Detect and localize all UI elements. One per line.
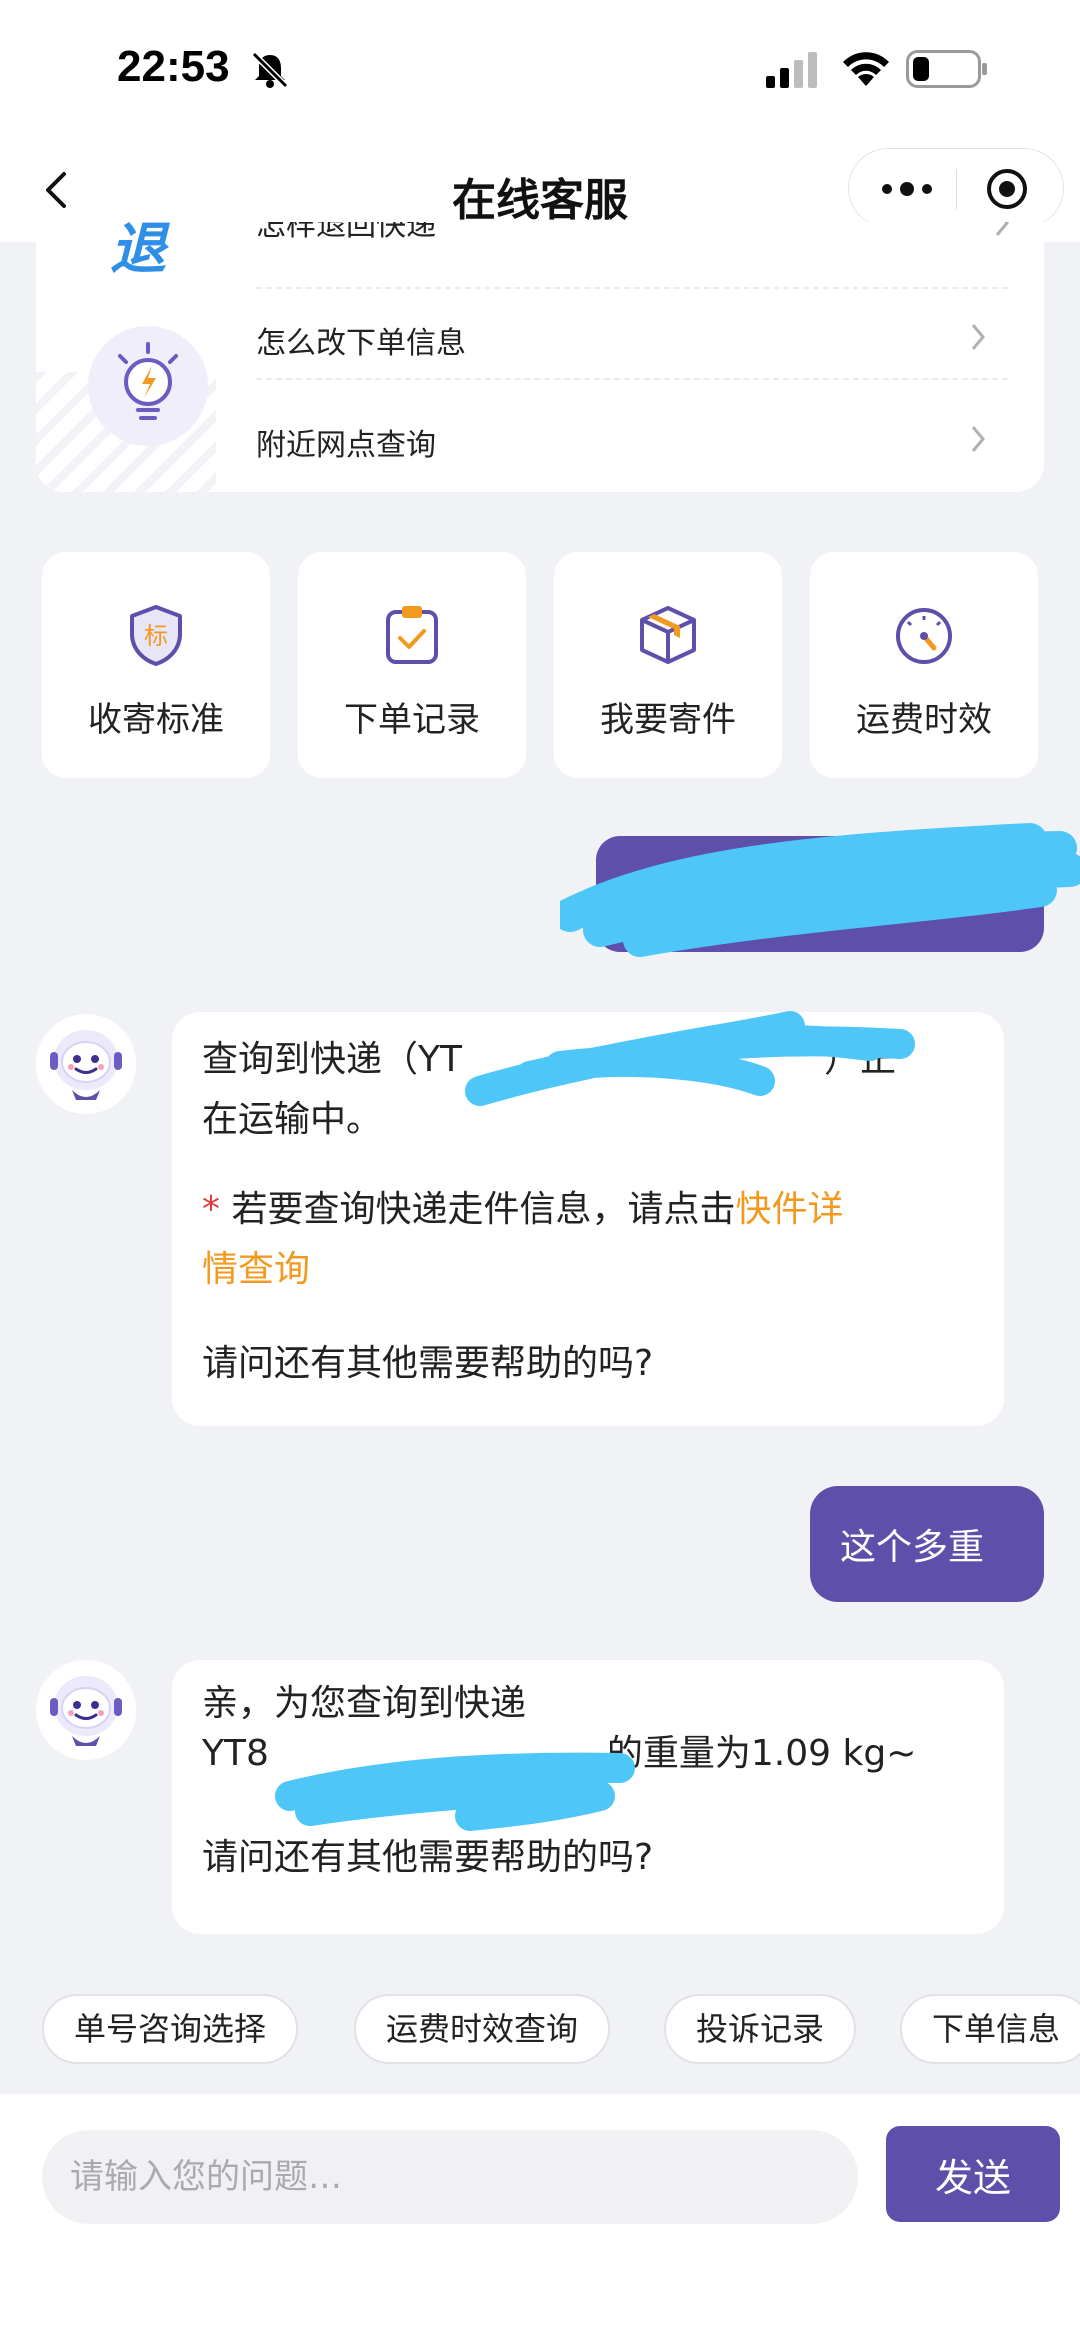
shield-badge-text: 标 [144, 622, 168, 650]
bot-avatar [36, 1660, 136, 1760]
tile-shipping-standards[interactable]: 标 收寄标准 [42, 552, 270, 778]
tile-label: 下单记录 [344, 700, 480, 740]
tile-label: 收寄标准 [88, 700, 224, 740]
message-text: 请问还有其他需要帮助的吗? [202, 1343, 654, 1384]
redaction-scribble [560, 823, 1080, 957]
chevron-right-icon [995, 222, 1009, 236]
bot-hint: * 若要查询快递走件信息，请点击快件详 [202, 1180, 982, 1240]
chip-complaint-records[interactable]: 投诉记录 [664, 1994, 857, 2064]
battery-icon [906, 50, 987, 88]
tracking-detail-link[interactable]: 快件详 [735, 1189, 843, 1230]
chip-tracking-number[interactable]: 单号咨询选择 [42, 1994, 299, 2064]
tracking-detail-link[interactable]: 情查询 [202, 1240, 310, 1300]
tile-freight-timeliness[interactable]: 运费时效 [810, 552, 1038, 778]
capsule-divider [956, 169, 957, 209]
chip-order-info[interactable]: 下单信息 [900, 1994, 1080, 2064]
more-dots-icon[interactable] [879, 173, 935, 205]
send-button[interactable]: 发送 [886, 2126, 1060, 2222]
faq-item-label: 附近网点查询 [256, 428, 436, 463]
message-text: 这个多重 [840, 1527, 985, 1568]
robot-avatar-icon [50, 1676, 122, 1746]
bell-off-icon [251, 51, 289, 89]
lightbulb-badge [88, 326, 208, 446]
chip-freight-query[interactable]: 运费时效查询 [354, 1994, 611, 2064]
cellular-signal-icon [766, 52, 817, 88]
redaction-scribble [275, 1752, 635, 1831]
status-time: 22:53 [117, 42, 230, 91]
status-bar: 22:53 [0, 0, 1080, 140]
user-message-bubble: 这个多重 [810, 1486, 1044, 1602]
bot-avatar [36, 1014, 136, 1114]
wifi-icon [843, 52, 889, 86]
message-text: 若要查询快递走件信息，请点击 [220, 1189, 736, 1230]
clipboard-check-icon [386, 606, 438, 664]
faq-divider [256, 287, 1008, 289]
lightbulb-icon [118, 342, 178, 420]
message-text: 查询到快递（YT [202, 1039, 462, 1080]
faq-item-nearby-outlets[interactable]: 附近网点查询 [256, 392, 1008, 482]
faq-card: 退 怎样退回快递 怎么改下单信息 附近网点查询 [36, 222, 1044, 492]
tile-send-package[interactable]: 我要寄件 [554, 552, 782, 778]
message-text: 在运输中。 [202, 1099, 383, 1140]
tile-label: 我要寄件 [600, 700, 736, 740]
chevron-right-icon [971, 426, 985, 452]
faq-item-edit-order[interactable]: 怎么改下单信息 [256, 290, 1008, 380]
message-text: 的重量为1.09 kg~ [606, 1733, 917, 1774]
message-text: 请问还有其他需要帮助的吗? [202, 1837, 654, 1878]
tile-order-records[interactable]: 下单记录 [298, 552, 526, 778]
message-input[interactable] [42, 2130, 858, 2224]
chevron-right-icon [971, 324, 985, 350]
input-bar: 发送 [0, 2094, 1080, 2337]
robot-avatar-icon [50, 1030, 122, 1100]
shield-badge-icon: 标 [130, 605, 182, 666]
message-text: YT8 [202, 1733, 269, 1774]
required-star: * [202, 1189, 220, 1230]
mini-program-capsule [848, 148, 1064, 228]
speedometer-icon [896, 608, 952, 664]
faq-item-label: 怎么改下单信息 [256, 326, 466, 361]
tile-label: 运费时效 [856, 700, 992, 740]
redaction-scribble [465, 1011, 915, 1106]
faq-item-partial[interactable]: 怎样退回快递 [256, 222, 436, 244]
faq-express-icon: 退 [110, 222, 166, 282]
close-target-icon[interactable] [985, 167, 1029, 211]
package-box-icon [640, 606, 696, 664]
